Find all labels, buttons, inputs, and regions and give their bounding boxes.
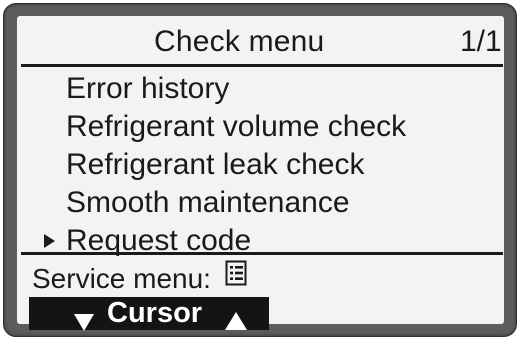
page-title: Check menu [154, 25, 325, 58]
menu-item-label: Refrigerant leak check [66, 148, 365, 181]
service-menu-label: Service menu: [32, 262, 211, 294]
footer-divider [21, 252, 503, 255]
lcd-screen: Check menu 1/1 Error history Refrigerant… [17, 16, 504, 331]
down-triangle-icon [74, 306, 94, 339]
service-menu-row[interactable]: Service menu: [32, 259, 247, 295]
menu-item-refrigerant-leak-check[interactable]: Refrigerant leak check [17, 146, 504, 184]
menu-item-label: Refrigerant volume check [66, 110, 407, 143]
menu-item-smooth-maintenance[interactable]: Smooth maintenance [17, 184, 504, 222]
up-triangle-icon [225, 305, 247, 338]
menu-item-refrigerant-volume-check[interactable]: Refrigerant volume check [17, 108, 504, 146]
cursor-soft-key[interactable]: Cursor [29, 297, 269, 331]
menu-item-label: Smooth maintenance [66, 186, 350, 219]
selection-pointer-icon [44, 234, 55, 248]
check-menu-list: Error history Refrigerant volume check R… [17, 70, 504, 260]
header-divider [21, 64, 503, 67]
menu-item-error-history[interactable]: Error history [17, 70, 504, 108]
page-indicator: 1/1 [460, 25, 502, 58]
cursor-label: Cursor [107, 297, 203, 329]
list-menu-icon [225, 259, 247, 295]
header: Check menu 1/1 [17, 16, 504, 61]
device-bezel: Check menu 1/1 Error history Refrigerant… [3, 3, 517, 337]
menu-item-label: Error history [66, 72, 230, 105]
